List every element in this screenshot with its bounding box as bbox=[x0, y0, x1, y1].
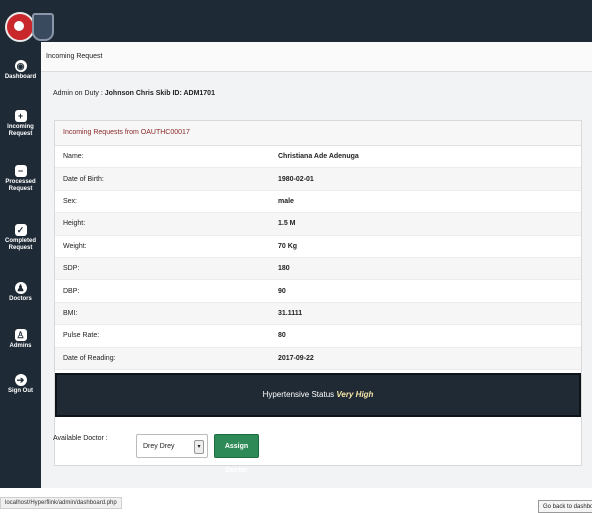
table-row: SDP: 180 bbox=[55, 257, 581, 281]
table-row: Sex: male bbox=[55, 190, 581, 214]
field-value: 70 Kg bbox=[278, 235, 581, 258]
doctor-select-value: Drey Drey bbox=[143, 443, 175, 450]
sidebar-item-processed-request[interactable]: − Processed Request bbox=[0, 165, 41, 193]
field-value: male bbox=[278, 190, 581, 214]
field-value: 2017-09-22 bbox=[278, 347, 581, 370]
field-value: 80 bbox=[278, 324, 581, 348]
top-bar bbox=[0, 0, 592, 42]
table-row: Pulse Rate: 80 bbox=[55, 324, 581, 348]
field-label: BMI: bbox=[55, 302, 278, 326]
admin-icon: ♙ bbox=[14, 329, 27, 341]
request-panel: Incoming Requests from OAUTHC00017 Name:… bbox=[54, 120, 582, 466]
available-doctor-label: Available Doctor : bbox=[53, 435, 108, 442]
admin-on-duty-label: Admin on Duty : bbox=[53, 90, 103, 97]
field-value: 1.5 M bbox=[278, 212, 581, 236]
sidebar-item-label: Incoming bbox=[7, 124, 34, 130]
sign-out-icon: ➔ bbox=[14, 374, 27, 386]
table-row: Date of Birth: 1980-02-01 bbox=[55, 167, 581, 191]
statusbar-url: localhost/Hyperflink/admin/dashboard.php bbox=[0, 497, 122, 509]
status-prefix: Hypertensive Status bbox=[262, 390, 335, 399]
sidebar-item-label: Sign Out bbox=[8, 388, 33, 394]
back-to-dashboard-button[interactable]: Go back to dashboard bbox=[538, 500, 592, 513]
breadcrumb: Incoming Request bbox=[41, 42, 592, 72]
plus-icon: + bbox=[14, 110, 27, 122]
doctor-select[interactable]: Drey Drey ▾ bbox=[136, 434, 208, 458]
sidebar-item-label: Request bbox=[8, 131, 33, 137]
sidebar-item-label: Request bbox=[8, 245, 33, 251]
sidebar-item-doctors[interactable]: ♟ Doctors bbox=[0, 282, 41, 303]
main-content: Incoming Request Admin on Duty : Johnson… bbox=[41, 42, 592, 488]
patient-info-table: Name: Christiana Ade Adenuga Date of Birt… bbox=[55, 146, 581, 370]
minus-icon: − bbox=[14, 165, 27, 177]
dashboard-icon: ◉ bbox=[14, 60, 27, 72]
table-row: BMI: 31.1111 bbox=[55, 302, 581, 326]
panel-heading: Incoming Requests from OAUTHC00017 bbox=[55, 121, 581, 146]
sidebar-item-sign-out[interactable]: ➔ Sign Out bbox=[0, 374, 41, 395]
table-row: Name: Christiana Ade Adenuga bbox=[55, 146, 581, 169]
field-value: Christiana Ade Adenuga bbox=[278, 146, 581, 169]
sidebar-item-incoming-request[interactable]: + Incoming Request bbox=[0, 110, 41, 138]
field-value: 1980-02-01 bbox=[278, 167, 581, 191]
table-row: Weight: 70 Kg bbox=[55, 235, 581, 258]
check-icon: ✓ bbox=[14, 224, 27, 236]
table-row: Height: 1.5 M bbox=[55, 212, 581, 236]
sidebar-item-label: Processed bbox=[5, 179, 36, 185]
field-label: Sex: bbox=[55, 190, 278, 214]
field-label: Pulse Rate: bbox=[55, 324, 278, 348]
field-label: Weight: bbox=[55, 235, 278, 258]
field-label: Name: bbox=[55, 146, 278, 169]
table-row: Date of Reading: 2017-09-22 bbox=[55, 347, 581, 370]
hypertensive-status-banner: Hypertensive Status Very High bbox=[55, 373, 581, 417]
sidebar-item-label: Admins bbox=[9, 343, 32, 349]
sidebar-item-label: Dashboard bbox=[4, 74, 37, 80]
admin-on-duty-value: Johnson Chris Skib ID: ADM1701 bbox=[104, 90, 215, 97]
field-label: Date of Birth: bbox=[55, 167, 278, 191]
admin-on-duty: Admin on Duty : Johnson Chris Skib ID: A… bbox=[53, 90, 215, 97]
sidebar-item-label: Completed bbox=[4, 238, 36, 244]
sidebar-item-admins[interactable]: ♙ Admins bbox=[0, 329, 41, 350]
field-label: Date of Reading: bbox=[55, 347, 278, 370]
field-value: 180 bbox=[278, 257, 581, 281]
table-row: DBP: 90 bbox=[55, 279, 581, 303]
field-value: 31.1111 bbox=[278, 302, 581, 326]
field-label: Height: bbox=[55, 212, 278, 236]
sidebar-item-label: Request bbox=[8, 186, 33, 192]
field-label: SDP: bbox=[55, 257, 278, 281]
sidebar-item-label: Doctors bbox=[9, 296, 32, 302]
crest-logo-icon bbox=[32, 13, 54, 41]
sidebar-item-completed-request[interactable]: ✓ Completed Request bbox=[0, 224, 41, 252]
field-value: 90 bbox=[278, 279, 581, 303]
chevron-down-icon[interactable]: ▾ bbox=[194, 440, 204, 454]
status-value: Very High bbox=[336, 390, 374, 399]
assign-doctor-button[interactable]: Assign Doctor bbox=[214, 434, 259, 474]
field-label: DBP: bbox=[55, 279, 278, 303]
sidebar-item-dashboard[interactable]: ◉ Dashboard bbox=[0, 60, 41, 81]
doctor-icon: ♟ bbox=[14, 282, 27, 294]
heart-logo-icon[interactable] bbox=[5, 12, 35, 42]
sidebar: ◉ Dashboard + Incoming Request − Process… bbox=[0, 42, 41, 488]
footer bbox=[41, 488, 592, 513]
